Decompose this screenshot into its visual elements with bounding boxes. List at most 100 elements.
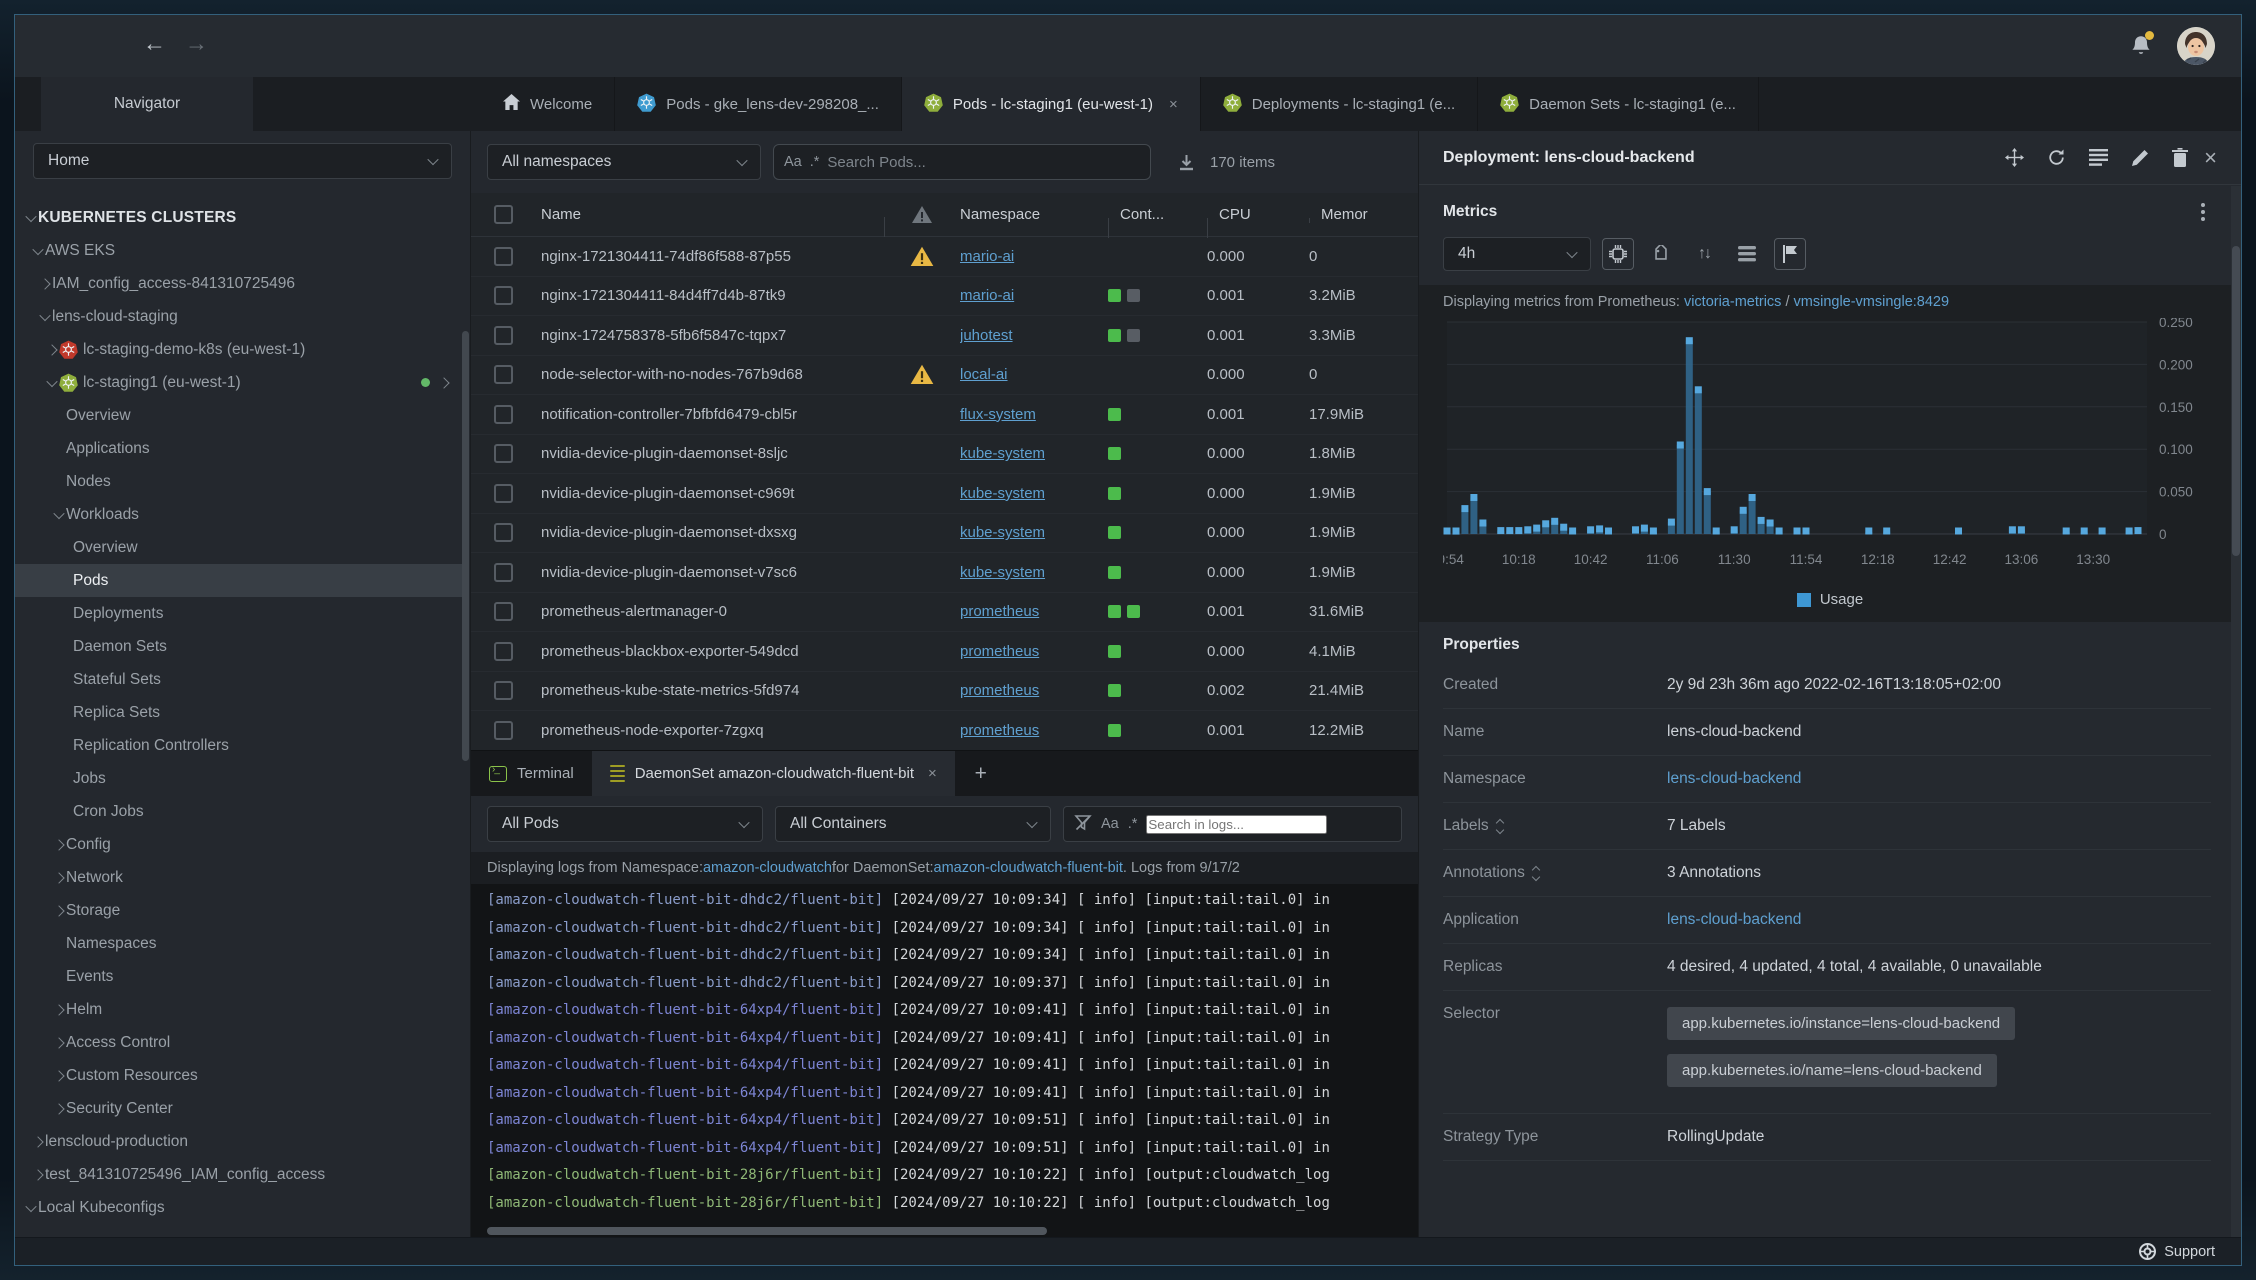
dock-tab-logs[interactable]: DaemonSet amazon-cloudwatch-fluent-bit × — [591, 751, 955, 796]
table-row[interactable]: prometheus-blackbox-exporter-549dcd prome… — [471, 632, 1418, 672]
horizontal-scrollbar[interactable] — [487, 1227, 1047, 1235]
sidebar-item-replica-sets[interactable]: Replica Sets — [15, 696, 462, 729]
namespace-link[interactable]: mario-ai — [960, 287, 1014, 304]
namespace-link[interactable]: mario-ai — [960, 248, 1014, 265]
log-output[interactable]: [amazon-cloudwatch-fluent-bit-dhdc2/flue… — [471, 884, 1418, 1225]
table-row[interactable]: node-selector-with-no-nodes-767b9d68 loca… — [471, 356, 1418, 395]
namespace-link[interactable]: kube-system — [960, 445, 1045, 462]
new-dock-tab-button[interactable]: + — [955, 751, 1007, 796]
row-checkbox[interactable] — [494, 641, 513, 661]
row-checkbox[interactable] — [494, 444, 513, 464]
column-header-warnings[interactable] — [884, 205, 960, 237]
namespace-link[interactable]: prometheus — [960, 682, 1039, 699]
sidebar-item-access-control[interactable]: Access Control — [15, 1026, 462, 1059]
row-checkbox[interactable] — [494, 404, 513, 424]
close-icon[interactable]: × — [1169, 96, 1178, 113]
match-case-toggle[interactable]: Aa — [784, 154, 802, 170]
edit-pencil-icon[interactable] — [2131, 149, 2149, 167]
sidebar-item-config[interactable]: Config — [15, 828, 462, 861]
row-checkbox[interactable] — [494, 523, 513, 543]
filter-off-icon[interactable] — [1074, 814, 1092, 835]
sidebar-item-cron-jobs[interactable]: Cron Jobs — [15, 795, 462, 828]
row-checkbox[interactable] — [494, 681, 513, 701]
namespace-link[interactable]: flux-system — [960, 406, 1036, 423]
select-all-checkbox[interactable] — [494, 205, 513, 224]
log-info-daemonset-link[interactable]: amazon-cloudwatch-fluent-bit — [934, 860, 1123, 876]
sidebar-item-deployments[interactable]: Deployments — [15, 597, 462, 630]
sidebar-scrollbar[interactable] — [462, 331, 469, 761]
sidebar-item-workloads[interactable]: Workloads — [15, 498, 462, 531]
chevron-down-icon[interactable] — [51, 507, 66, 519]
close-icon[interactable]: × — [2204, 145, 2217, 171]
kebab-menu-icon[interactable] — [2195, 201, 2211, 223]
sidebar-item-daemon-sets[interactable]: Daemon Sets — [15, 630, 462, 663]
chevron-down-icon[interactable] — [23, 1200, 38, 1212]
log-search-input[interactable] — [1146, 814, 1328, 834]
sidebar-item-aws-eks[interactable]: AWS EKS — [15, 234, 462, 267]
sidebar-item-events[interactable]: Events — [15, 960, 462, 993]
column-header-memory[interactable]: Memor — [1309, 206, 1418, 223]
tab-welcome[interactable]: Welcome — [481, 77, 616, 131]
row-checkbox[interactable] — [494, 286, 513, 306]
sidebar-item-overview[interactable]: Overview — [15, 399, 462, 432]
table-row[interactable]: nvidia-device-plugin-daemonset-v7sc6 kube… — [471, 553, 1418, 593]
chevron-right-icon[interactable] — [51, 904, 66, 917]
sidebar-item-namespaces[interactable]: Namespaces — [15, 927, 462, 960]
sidebar-item-jobs[interactable]: Jobs — [15, 762, 462, 795]
log-container-filter-select[interactable]: All Containers — [775, 806, 1051, 842]
sidebar-item-nodes[interactable]: Nodes — [15, 465, 462, 498]
sidebar-item-lenscloud-production[interactable]: lenscloud-production — [15, 1125, 462, 1158]
tab-deployments-lc-staging1-e[interactable]: Deployments - lc-staging1 (e... — [1201, 77, 1479, 131]
namespace-link[interactable]: prometheus — [960, 603, 1039, 620]
table-row[interactable]: prometheus-node-exporter-7zgxq prometheus… — [471, 711, 1418, 750]
chart-legend[interactable]: Usage — [1419, 585, 2241, 616]
close-icon[interactable]: × — [928, 765, 937, 782]
tab-pods-gke-lens-dev-298208[interactable]: Pods - gke_lens-dev-298208_... — [615, 77, 902, 131]
sidebar-item-test-841310725496-iam-config-access[interactable]: test_841310725496_IAM_config_access — [15, 1158, 462, 1191]
tag-icon[interactable] — [1645, 238, 1677, 270]
namespace-link[interactable]: kube-system — [960, 564, 1045, 581]
sidebar-item-helm[interactable]: Helm — [15, 993, 462, 1026]
flag-icon[interactable] — [1774, 238, 1806, 270]
sidebar-item-iam-config-access-841310725496[interactable]: IAM_config_access-841310725496 — [15, 267, 462, 300]
table-row[interactable]: nvidia-device-plugin-daemonset-dxsxg kube… — [471, 514, 1418, 553]
catalog-scope-select[interactable]: Home — [33, 143, 452, 179]
log-pod-filter-select[interactable]: All Pods — [487, 806, 763, 842]
user-avatar[interactable] — [2177, 27, 2215, 65]
namespace-link[interactable]: kube-system — [960, 485, 1045, 502]
property-value-link[interactable]: lens-cloud-backend — [1667, 911, 2211, 929]
refresh-icon[interactable] — [2047, 148, 2066, 167]
table-row[interactable]: notification-controller-7bfbfd6479-cbl5r… — [471, 395, 1418, 435]
row-checkbox[interactable] — [494, 365, 513, 385]
chevron-right-icon[interactable] — [44, 343, 59, 356]
sidebar-item-replication-controllers[interactable]: Replication Controllers — [15, 729, 462, 762]
chevron-right-icon[interactable] — [37, 277, 52, 290]
row-checkbox[interactable] — [494, 246, 513, 266]
move-icon[interactable] — [2005, 148, 2025, 167]
sort-updown-icon[interactable] — [1531, 865, 1541, 881]
delete-trash-icon[interactable] — [2172, 148, 2189, 167]
row-checkbox[interactable] — [494, 483, 513, 503]
table-row[interactable]: nginx-1721304411-74df86f588-87p55 mario-a… — [471, 237, 1418, 277]
namespace-link[interactable]: local-ai — [960, 366, 1008, 383]
chevron-down-icon[interactable] — [44, 375, 59, 387]
namespace-link[interactable]: juhotest — [960, 327, 1013, 344]
chevron-right-icon[interactable] — [30, 1135, 45, 1148]
cpu-chip-icon[interactable] — [1602, 238, 1634, 270]
table-row[interactable]: prometheus-kube-state-metrics-5fd974 prom… — [471, 672, 1418, 711]
chevron-down-icon[interactable] — [30, 243, 45, 255]
column-header-cpu[interactable]: CPU — [1207, 206, 1309, 238]
chevron-right-icon[interactable] — [51, 871, 66, 884]
menu-lines-icon[interactable] — [2089, 149, 2109, 166]
row-checkbox[interactable] — [494, 562, 513, 582]
tab-daemon-sets-lc-staging1-e[interactable]: Daemon Sets - lc-staging1 (e... — [1478, 77, 1759, 131]
sidebar-item-applications[interactable]: Applications — [15, 432, 462, 465]
row-checkbox[interactable] — [494, 325, 513, 345]
sidebar-item-security-center[interactable]: Security Center — [15, 1092, 462, 1125]
sidebar-item-lc-staging1-eu-west-1[interactable]: lc-staging1 (eu-west-1) — [15, 366, 462, 399]
sort-updown-icon[interactable] — [1495, 818, 1504, 834]
sidebar-item-lc-staging-demo-k8s-eu-west-1[interactable]: lc-staging-demo-k8s (eu-west-1) — [15, 333, 462, 366]
sidebar-item-custom-resources[interactable]: Custom Resources — [15, 1059, 462, 1092]
regex-toggle[interactable]: .* — [810, 154, 820, 170]
sidebar-item-lens-cloud-staging[interactable]: lens-cloud-staging — [15, 300, 462, 333]
